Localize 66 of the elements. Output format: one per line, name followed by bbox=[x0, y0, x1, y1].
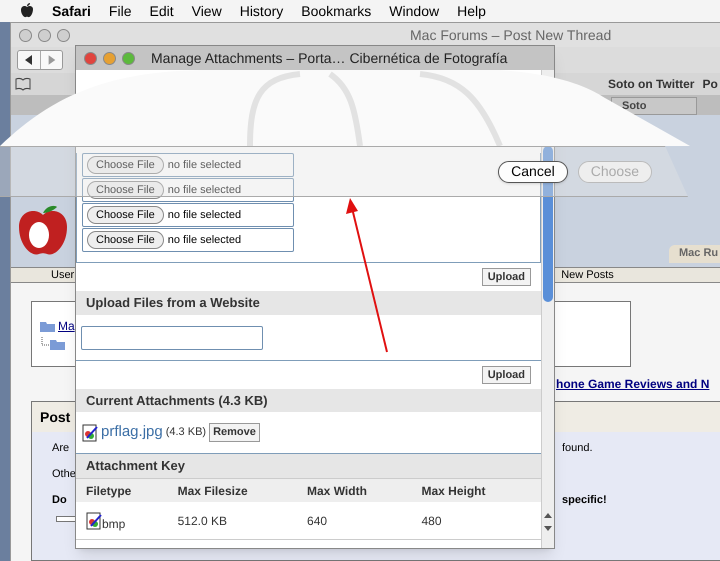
post-text: specific! bbox=[562, 492, 607, 508]
bookmark-link[interactable]: Soto on Twitter bbox=[608, 75, 694, 93]
file-input[interactable]: Choose File no file selected bbox=[82, 203, 294, 227]
file-status: no file selected bbox=[168, 208, 242, 223]
image-file-icon bbox=[86, 512, 102, 530]
back-forward-control[interactable] bbox=[17, 50, 63, 70]
file-status: no file selected bbox=[168, 158, 242, 173]
post-text: found. bbox=[562, 440, 593, 456]
forum-tab[interactable]: Mac Ru bbox=[669, 245, 720, 263]
post-text: Are bbox=[52, 440, 70, 456]
column-header: Max Width bbox=[307, 482, 368, 500]
window-title: Manage Attachments – Porta… Cibernética de Fotografía bbox=[151, 48, 508, 68]
file-status: no file selected bbox=[168, 232, 242, 248]
zoom-button[interactable] bbox=[57, 28, 70, 42]
choose-file-button[interactable]: Choose File bbox=[87, 180, 164, 200]
browser-tab[interactable]: Soto bbox=[611, 97, 697, 115]
menu-item[interactable]: Bookmarks bbox=[301, 0, 372, 22]
section-header: Attachment Key bbox=[76, 454, 541, 478]
attachment-size: (4.3 KB) bbox=[166, 425, 206, 440]
file-input[interactable]: Choose File no file selected bbox=[82, 228, 294, 252]
column-header: Filetype bbox=[86, 482, 132, 500]
choose-file-button[interactable]: Choose File bbox=[87, 156, 164, 174]
upload-button[interactable]: Upload bbox=[482, 366, 531, 384]
post-panel-header: Post bbox=[40, 408, 70, 426]
window-title: Mac Forums – Post New Thread bbox=[410, 26, 612, 44]
nav-link[interactable]: New Posts bbox=[561, 266, 614, 284]
menu-item[interactable]: File bbox=[108, 0, 132, 22]
minimize-button[interactable] bbox=[38, 28, 51, 42]
close-button[interactable] bbox=[84, 52, 97, 64]
file-status: no file selected bbox=[168, 182, 242, 198]
forum-link[interactable]: hone Game Reviews and N bbox=[556, 375, 710, 393]
remove-button[interactable]: Remove bbox=[209, 423, 260, 442]
table-cell-text: bmp bbox=[102, 516, 126, 532]
menu-app-name[interactable]: Safari bbox=[52, 0, 91, 22]
post-text: Othe bbox=[52, 466, 77, 482]
nav-link[interactable]: User bbox=[51, 266, 74, 284]
menu-item[interactable]: Window bbox=[389, 0, 440, 22]
menu-item[interactable]: View bbox=[192, 0, 222, 22]
breadcrumb-link[interactable]: Ma bbox=[58, 317, 75, 335]
close-button[interactable] bbox=[19, 28, 32, 42]
dialog-button[interactable]: Cancel bbox=[498, 160, 568, 182]
minimize-button[interactable] bbox=[103, 52, 116, 64]
upload-button[interactable]: Upload bbox=[482, 268, 531, 286]
folder-tree-icon bbox=[40, 337, 66, 351]
url-input-field[interactable] bbox=[81, 326, 263, 350]
column-header: Max Height bbox=[422, 482, 487, 500]
table-cell-text: 640 bbox=[307, 512, 328, 530]
folder-icon bbox=[40, 320, 56, 332]
table-cell-text: 480 bbox=[422, 512, 443, 530]
menu-item[interactable]: Edit bbox=[149, 0, 174, 22]
menu-item[interactable]: History bbox=[240, 0, 284, 22]
menu-item[interactable]: Help bbox=[457, 0, 486, 22]
zoom-button[interactable] bbox=[122, 52, 135, 64]
attachment-link[interactable]: prflag.jpg bbox=[101, 421, 163, 444]
table-cell-text: 512.0 KB bbox=[178, 512, 228, 530]
file-input[interactable]: Choose File no file selected bbox=[82, 153, 294, 177]
image-file-icon bbox=[82, 424, 98, 442]
bookmark-link[interactable]: Po bbox=[702, 75, 718, 93]
choose-file-button[interactable]: Choose File bbox=[87, 206, 164, 224]
column-header: Max Filesize bbox=[178, 482, 249, 500]
book-icon[interactable] bbox=[15, 77, 31, 91]
file-input[interactable]: Choose File no file selected bbox=[82, 178, 294, 202]
choose-file-button[interactable]: Choose File bbox=[87, 230, 164, 250]
apple-logo-icon[interactable] bbox=[20, 3, 34, 19]
section-header: Current Attachments (4.3 KB) bbox=[76, 389, 541, 412]
section-header: Upload Files from a Website bbox=[76, 291, 541, 315]
